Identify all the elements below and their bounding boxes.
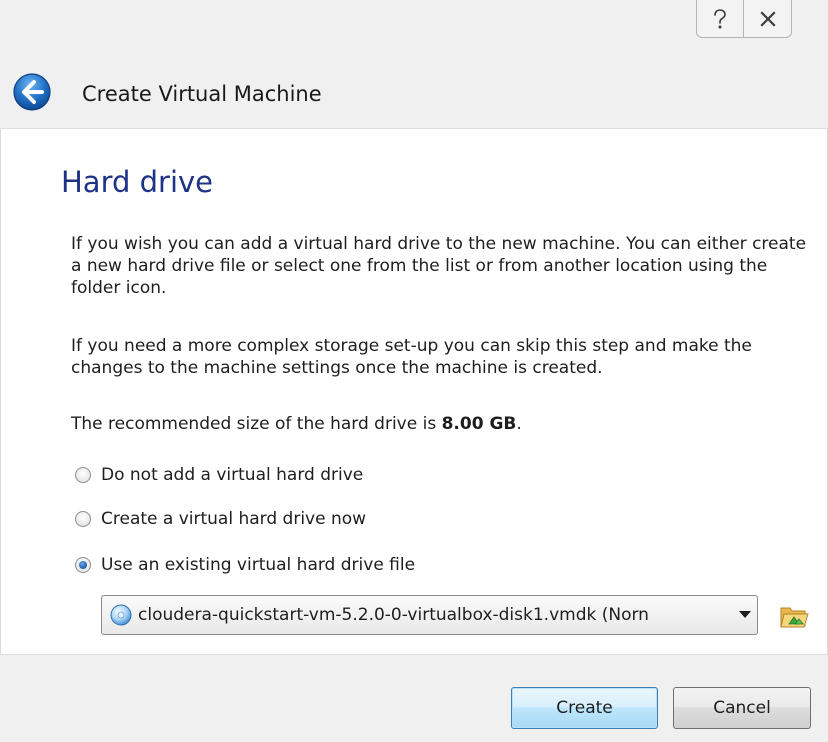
- wizard-content: Hard drive If you wish you can add a vir…: [0, 128, 828, 654]
- title-bar: Create Virtual Machine: [0, 0, 828, 128]
- help-question-icon: [714, 8, 726, 28]
- back-button[interactable]: [12, 72, 52, 112]
- storage-paragraph: If you need a more complex storage set-u…: [71, 336, 752, 378]
- recommended-prefix: The recommended size of the hard drive i…: [71, 414, 442, 434]
- intro-paragraph: If you wish you can add a virtual hard d…: [71, 234, 807, 298]
- folder-open-icon: [780, 607, 809, 628]
- radio-button[interactable]: [75, 467, 91, 483]
- radio-label: Create a virtual hard drive now: [101, 509, 367, 529]
- help-button[interactable]: [696, 0, 744, 38]
- radio-no-disk[interactable]: Do not add a virtual hard drive: [75, 462, 363, 488]
- cancel-button[interactable]: Cancel: [673, 687, 811, 729]
- close-x-icon: [759, 10, 776, 27]
- recommended-size-text: The recommended size of the hard drive i…: [71, 413, 811, 435]
- radio-button-selected[interactable]: [75, 557, 91, 573]
- recommended-suffix: .: [516, 414, 522, 434]
- close-button[interactable]: [744, 0, 792, 38]
- caption-buttons: [696, 0, 792, 40]
- radio-create-disk[interactable]: Create a virtual hard drive now: [75, 506, 366, 532]
- recommended-size-value: 8.00 GB: [441, 414, 517, 434]
- create-button[interactable]: Create: [511, 687, 658, 729]
- page-heading: Hard drive: [61, 165, 214, 199]
- radio-label: Use an existing virtual hard drive file: [101, 555, 416, 575]
- radio-button[interactable]: [75, 511, 91, 527]
- radio-existing-disk[interactable]: Use an existing virtual hard drive file: [75, 552, 415, 578]
- disk-file-value: cloudera-quickstart-vm-5.2.0-0-virtualbo…: [138, 605, 649, 625]
- radio-label: Do not add a virtual hard drive: [101, 465, 364, 485]
- dialog-footer: Create Cancel: [0, 654, 828, 742]
- back-arrow-icon: [13, 73, 51, 111]
- window-title: Create Virtual Machine: [82, 82, 322, 106]
- dropdown-arrow[interactable]: [733, 596, 757, 634]
- choose-disk-file-button[interactable]: [777, 599, 811, 633]
- chevron-down-icon: [739, 611, 751, 618]
- hard-disk-icon: [110, 604, 132, 626]
- disk-file-select[interactable]: cloudera-quickstart-vm-5.2.0-0-virtualbo…: [101, 595, 758, 635]
